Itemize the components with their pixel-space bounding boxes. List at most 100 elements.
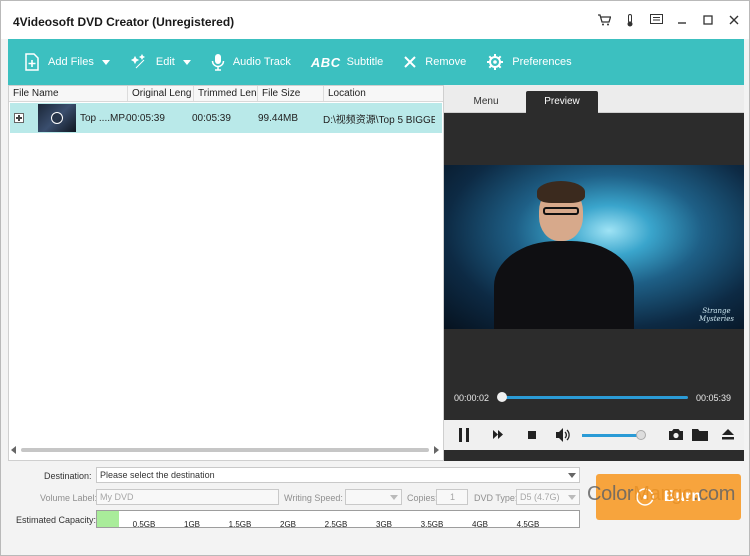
volume-label-input[interactable]: My DVD (96, 489, 279, 505)
thermometer-icon[interactable] (623, 13, 637, 27)
cell-original-length: 00:05:39 (126, 112, 165, 124)
horizontal-scrollbar[interactable] (11, 446, 439, 454)
volume-handle[interactable] (636, 430, 646, 440)
file-list: File Name Original Leng Trimmed Len File… (8, 85, 444, 461)
volume-icon[interactable] (556, 428, 572, 442)
main-toolbar: Add Files Edit Audio Track ABC Subtitle … (8, 39, 744, 85)
watermark-part2: Mango (633, 483, 693, 505)
current-time: 00:00:02 (454, 393, 490, 403)
capacity-tick: 2.5GB (324, 520, 348, 529)
add-files-label: Add Files (48, 56, 94, 68)
destination-label: Destination: (44, 471, 92, 481)
fast-forward-icon[interactable] (493, 430, 503, 439)
camera-icon[interactable] (668, 428, 684, 441)
scrollbar-thumb[interactable] (21, 448, 429, 452)
edit-dropdown-icon[interactable] (182, 59, 191, 65)
remove-label: Remove (425, 56, 467, 68)
destination-dropdown-icon[interactable] (568, 473, 576, 478)
watermark-part1: Color (587, 483, 634, 505)
copies-stepper[interactable]: 1 (436, 489, 468, 505)
video-person-hair (537, 181, 585, 203)
tab-menu[interactable]: Menu (450, 91, 522, 113)
edit-button[interactable]: Edit (120, 39, 201, 85)
column-header-file-name[interactable]: File Name (9, 86, 128, 101)
minimize-icon[interactable] (675, 13, 689, 27)
close-icon[interactable] (727, 13, 741, 27)
estimated-capacity-label: Estimated Capacity: (16, 515, 97, 525)
seek-bar[interactable] (497, 392, 688, 402)
microphone-icon (211, 53, 225, 71)
capacity-tick: 2GB (279, 520, 297, 529)
scroll-left-icon[interactable] (11, 446, 16, 454)
capacity-tick: 4GB (471, 520, 489, 529)
copies-label: Copies: (407, 493, 438, 503)
capacity-tick: 1.5GB (228, 520, 252, 529)
table-row[interactable]: Top ....MP4 00:05:39 00:05:39 99.44MB D:… (10, 103, 442, 133)
capacity-tick: 0.5GB (132, 520, 156, 529)
video-logo-line1: Strange (702, 307, 731, 315)
destination-select[interactable]: Please select the destination (96, 467, 580, 483)
cell-location: D:\视频资源\Top 5 BIGGES... (323, 114, 435, 126)
folder-icon[interactable] (692, 428, 709, 441)
pause-icon[interactable] (458, 428, 470, 442)
preview-panel: Menu Preview Strange Mysteries 00:00:02 … (444, 85, 744, 461)
expand-plus-icon[interactable] (14, 113, 24, 123)
cart-icon[interactable] (597, 13, 611, 27)
writing-speed-dropdown-icon[interactable] (390, 495, 398, 500)
video-person-body (494, 241, 634, 329)
feedback-icon[interactable] (649, 13, 663, 27)
capacity-tick: 3GB (375, 520, 393, 529)
subtitle-button[interactable]: ABC Subtitle (301, 39, 393, 85)
dvd-type-dropdown-icon[interactable] (568, 495, 576, 500)
column-header-file-size[interactable]: File Size (258, 86, 324, 101)
column-header-location[interactable]: Location (324, 86, 443, 101)
capacity-ticks: 0.5GB 1GB 1.5GB 2GB 2.5GB 3GB 3.5GB 4GB … (96, 520, 580, 530)
app-window: 4Videosoft DVD Creator (Unregistered) Ad… (0, 0, 750, 556)
volume-label-label: Volume Label: (40, 493, 98, 503)
preferences-button[interactable]: Preferences (476, 39, 581, 85)
x-icon (403, 55, 417, 69)
audio-track-button[interactable]: Audio Track (201, 39, 301, 85)
audio-track-label: Audio Track (232, 56, 291, 68)
maximize-icon[interactable] (701, 13, 715, 27)
video-logo-line2: Mysteries (699, 315, 734, 323)
file-list-header: File Name Original Leng Trimmed Len File… (9, 86, 443, 102)
tab-preview[interactable]: Preview (526, 91, 598, 113)
playback-controls (444, 420, 744, 450)
volume-slider[interactable] (582, 430, 646, 440)
add-files-button[interactable]: Add Files (14, 39, 120, 85)
cell-trimmed-length: 00:05:39 (192, 112, 231, 124)
magic-wand-icon (130, 54, 148, 70)
capacity-tick: 4.5GB (516, 520, 540, 529)
video-logo: Strange Mysteries (699, 307, 734, 323)
watermark-logo: ColorMango.com (587, 483, 735, 506)
play-icon (51, 112, 63, 124)
eject-icon[interactable] (722, 429, 734, 440)
total-time: 00:05:39 (696, 393, 732, 403)
video-person-glasses (543, 207, 579, 215)
column-header-trimmed-length[interactable]: Trimmed Len (194, 86, 258, 101)
dvd-type-label: DVD Type: (474, 493, 518, 503)
window-title: 4Videosoft DVD Creator (Unregistered) (13, 15, 235, 29)
add-files-dropdown-icon[interactable] (101, 59, 110, 65)
subtitle-label: Subtitle (346, 56, 384, 68)
window-controls (597, 13, 741, 27)
seek-handle[interactable] (497, 392, 508, 402)
cell-file-name: Top ....MP4 (80, 112, 126, 124)
preferences-label: Preferences (512, 56, 572, 68)
add-file-icon (24, 53, 40, 71)
watermark-part3: .com (692, 483, 736, 505)
capacity-tick: 1GB (183, 520, 201, 529)
gear-icon (486, 53, 504, 71)
preview-tabs: Menu Preview (444, 85, 744, 113)
column-header-original-length[interactable]: Original Leng (128, 86, 194, 101)
cell-file-size: 99.44MB (258, 112, 299, 124)
remove-button[interactable]: Remove (393, 39, 476, 85)
subtitle-abc-icon: ABC (310, 54, 341, 70)
writing-speed-label: Writing Speed: (284, 493, 343, 503)
title-bar: 4Videosoft DVD Creator (Unregistered) (1, 1, 749, 39)
scroll-right-icon[interactable] (434, 446, 439, 454)
video-thumbnail (38, 104, 76, 132)
capacity-tick: 3.5GB (420, 520, 444, 529)
stop-icon[interactable] (528, 431, 536, 439)
